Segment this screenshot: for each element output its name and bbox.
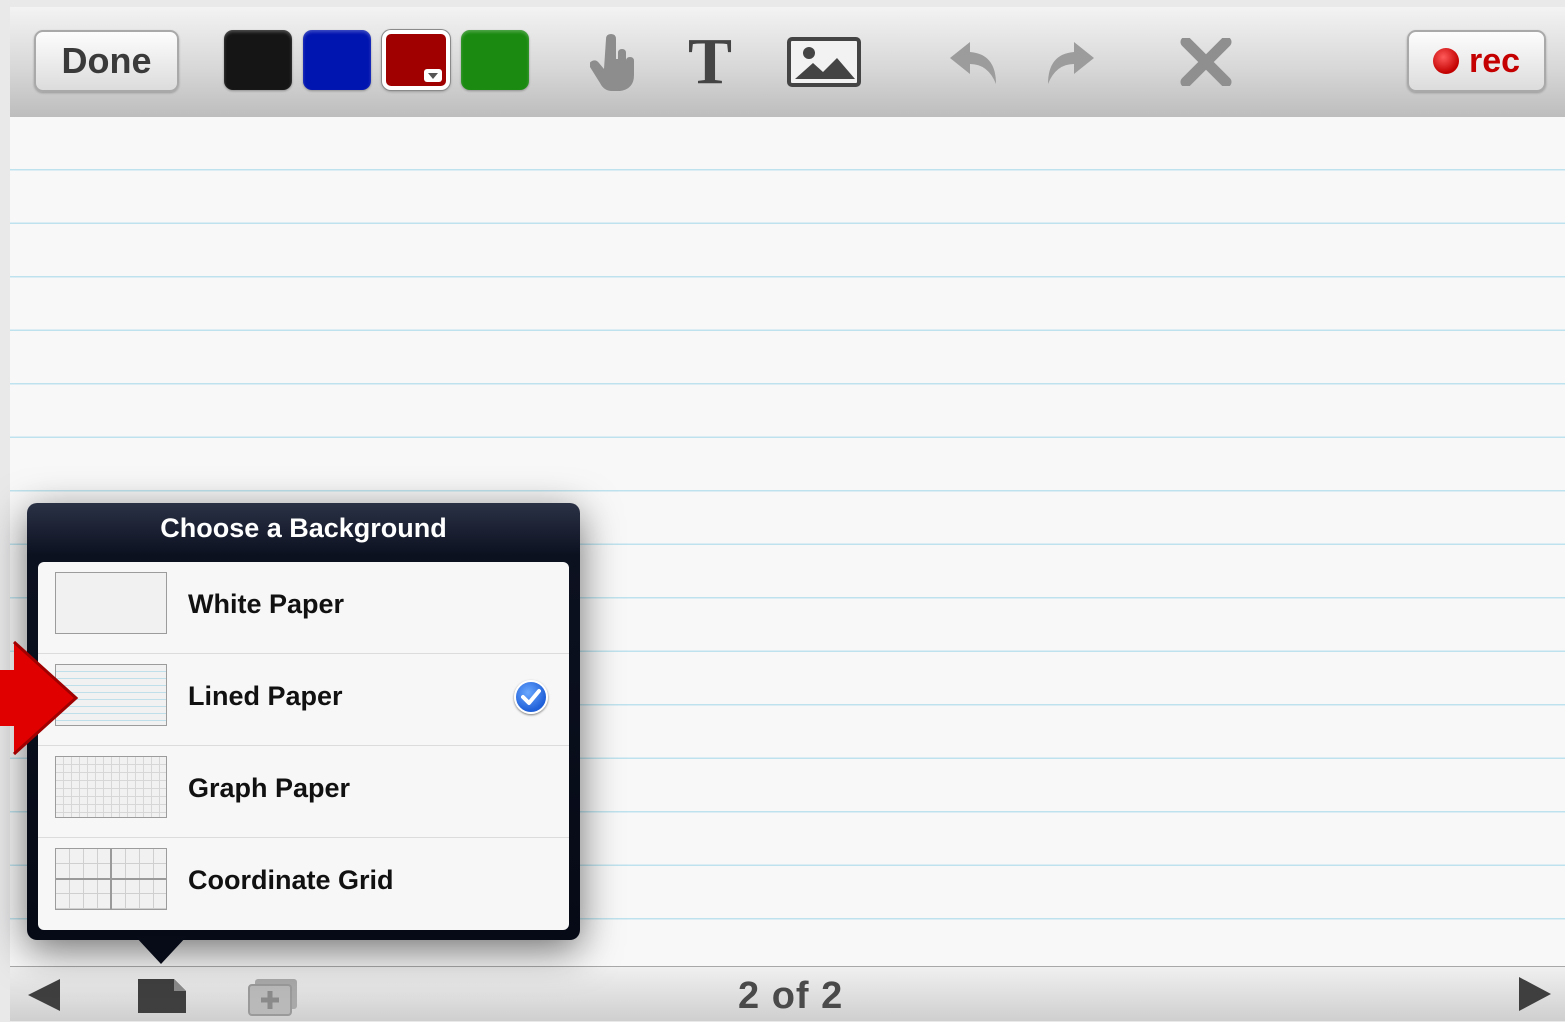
popover-pointer xyxy=(135,936,187,964)
color-swatch-green[interactable] xyxy=(461,30,529,90)
option-label: Coordinate Grid xyxy=(188,865,394,895)
color-swatch-blue[interactable] xyxy=(303,30,371,90)
background-option-white-paper[interactable]: White Paper xyxy=(38,562,569,654)
color-swatch-black[interactable] xyxy=(224,30,292,90)
color-options-chevron-icon[interactable] xyxy=(424,69,442,82)
option-label: Graph Paper xyxy=(188,773,351,803)
background-popover: Choose a Background White Paper Lined Pa… xyxy=(27,503,580,940)
done-button[interactable]: Done xyxy=(34,30,179,92)
annotation-arrow-icon xyxy=(0,640,80,763)
add-page-icon[interactable] xyxy=(247,977,299,1022)
graph-paper-thumbnail xyxy=(55,756,167,818)
image-icon[interactable] xyxy=(786,29,862,95)
redo-icon[interactable] xyxy=(1040,29,1096,95)
record-button[interactable]: rec xyxy=(1407,30,1546,92)
previous-page-icon[interactable] xyxy=(24,977,64,1018)
clear-icon[interactable] xyxy=(1178,29,1234,95)
background-option-lined-paper[interactable]: Lined Paper xyxy=(38,654,569,746)
background-options-list: White Paper Lined Paper Graph Paper Coor… xyxy=(38,562,569,930)
top-toolbar: Done T rec xyxy=(10,7,1565,118)
undo-icon[interactable] xyxy=(948,29,1004,95)
white-paper-thumbnail xyxy=(55,572,167,634)
page-indicator: 2 of 2 xyxy=(738,975,844,1017)
option-label: White Paper xyxy=(188,589,345,619)
background-option-graph-paper[interactable]: Graph Paper xyxy=(38,746,569,838)
record-dot-icon xyxy=(1432,48,1459,74)
popover-title: Choose a Background xyxy=(160,513,447,543)
page-background-icon[interactable] xyxy=(136,977,188,1020)
option-label: Lined Paper xyxy=(188,681,343,711)
color-swatch-red[interactable] xyxy=(382,30,450,90)
background-option-coordinate-grid[interactable]: Coordinate Grid xyxy=(38,838,569,930)
checkmark-icon xyxy=(514,680,548,714)
next-page-icon[interactable] xyxy=(1515,975,1555,1018)
coordinate-grid-thumbnail xyxy=(55,848,167,910)
record-label: rec xyxy=(1468,41,1521,80)
text-tool-icon[interactable]: T xyxy=(678,25,742,98)
bottom-toolbar: 2 of 2 xyxy=(10,966,1565,1021)
hand-icon[interactable] xyxy=(588,29,640,95)
